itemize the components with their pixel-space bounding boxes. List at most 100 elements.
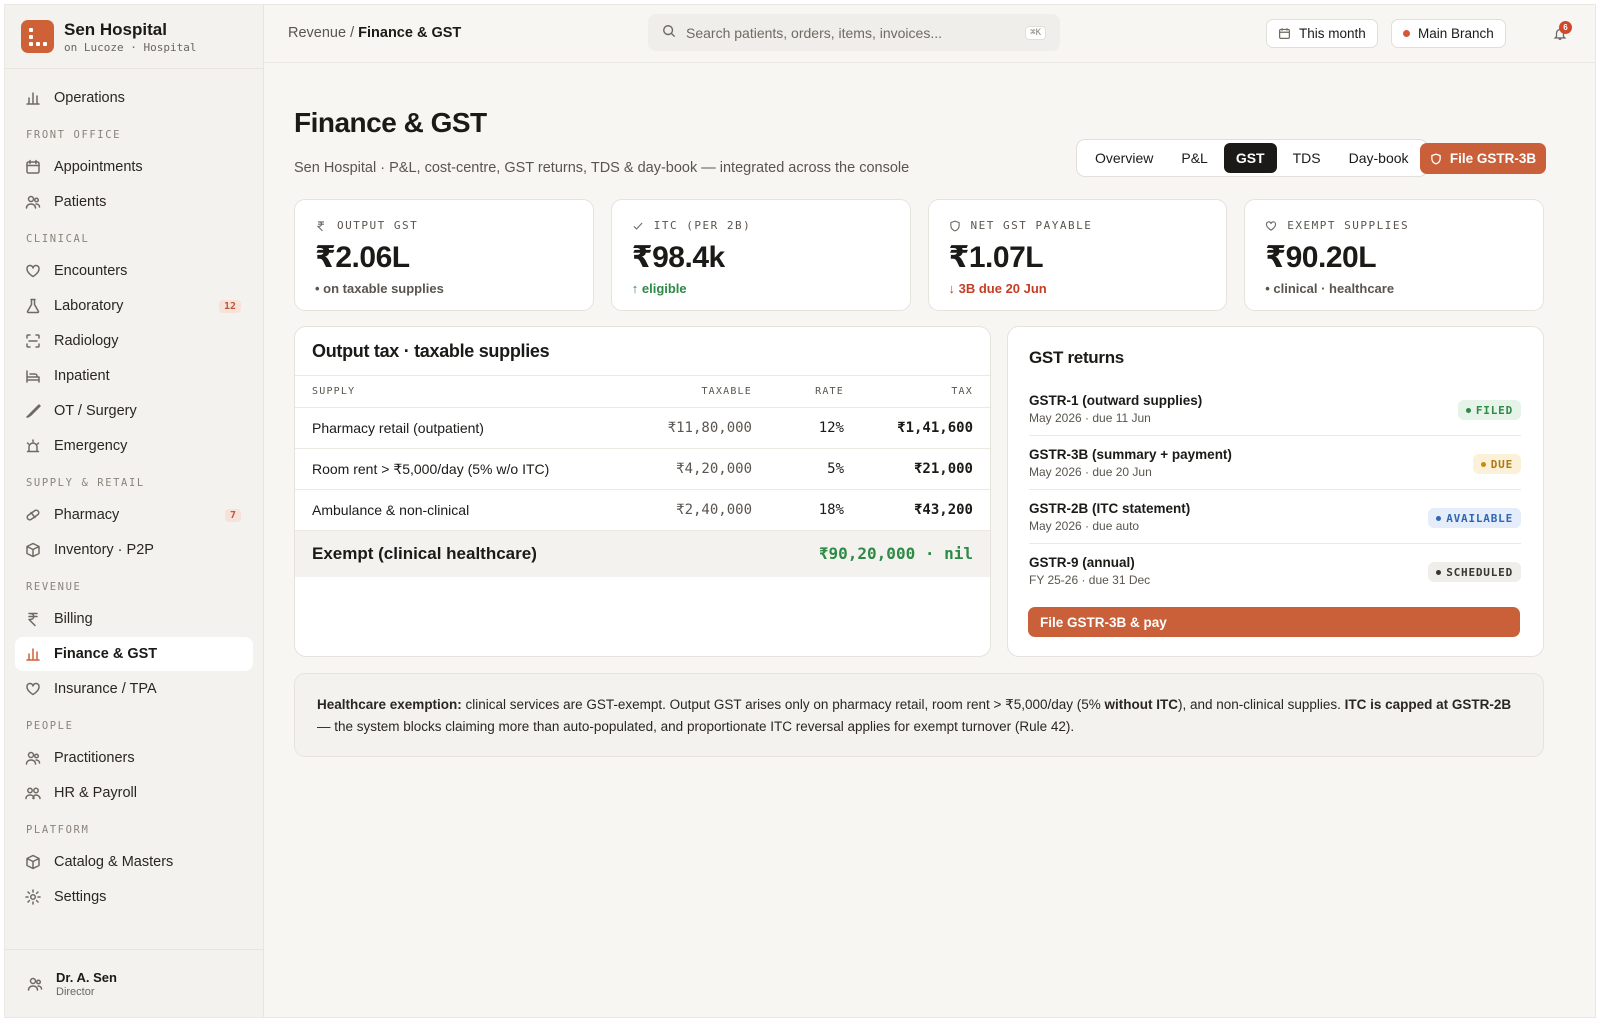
sidebar-item-appointments[interactable]: Appointments [15, 150, 253, 184]
kpi-label: ITC (PER 2B) [632, 219, 890, 232]
exempt-label: Exempt (clinical healthcare) [295, 530, 639, 577]
breadcrumb-parent[interactable]: Revenue [288, 25, 346, 41]
table-row[interactable]: Room rent > ₹5,000/day (5% w/o ITC) ₹4,2… [295, 448, 990, 490]
breadcrumb-current: Finance & GST [358, 25, 462, 41]
table-header-row: SUPPLY TAXABLE RATE TAX [295, 375, 990, 408]
kpi-note: • on taxable supplies [315, 281, 444, 296]
kpi-note: ↓ 3B due 20 Jun [948, 281, 1047, 296]
tab-gst[interactable]: GST [1223, 143, 1277, 173]
user-profile[interactable]: Dr. A. Sen Director [5, 949, 263, 1017]
table-row[interactable]: Pharmacy retail (outpatient) ₹11,80,000 … [295, 407, 990, 449]
list-item[interactable]: GSTR-1 (outward supplies) May 2026 · due… [1029, 382, 1521, 436]
period-selector[interactable]: This month [1266, 19, 1378, 48]
sidebar-item-inventory[interactable]: Inventory · P2P [15, 533, 253, 567]
table-row[interactable]: Ambulance & non-clinical ₹2,40,000 18% ₹… [295, 489, 990, 531]
cell-taxable: ₹4,20,000 [638, 448, 752, 490]
sidebar-item-settings[interactable]: Settings [15, 880, 253, 914]
sidebar-item-label: Inpatient [54, 368, 110, 384]
sidebar: Sen Hospital on Lucoze · Hospital Operat… [5, 5, 264, 1017]
page-subtitle: Sen Hospital · P&L, cost-centre, GST ret… [294, 160, 910, 176]
return-name: GSTR-2B (ITC statement) [1029, 501, 1191, 516]
status-badge: FILED [1457, 400, 1521, 420]
kpi-value: ₹2.06L [315, 241, 410, 274]
note-emphasis: without ITC [1104, 697, 1179, 712]
sidebar-item-label: Billing [54, 611, 93, 627]
branch-selector[interactable]: Main Branch [1391, 19, 1506, 48]
tab-overview[interactable]: Overview [1083, 143, 1165, 173]
gst-returns-card: GST returns GSTR-1 (outward supplies) Ma… [1007, 326, 1544, 657]
kpi-exempt-supplies: EXEMPT SUPPLIES ₹90.20L • clinical · hea… [1244, 199, 1544, 311]
sidebar-item-emergency[interactable]: Emergency [15, 429, 253, 463]
status-badge-text: SCHEDULED [1446, 565, 1513, 579]
sidebar-item-label: Appointments [54, 159, 143, 175]
rupee-icon [316, 220, 324, 231]
brand[interactable]: Sen Hospital on Lucoze · Hospital [5, 5, 263, 69]
sidebar-item-label: Settings [54, 889, 107, 905]
file-and-pay-button[interactable]: File GSTR-3B & pay [1028, 607, 1520, 637]
sidebar-item-insurance[interactable]: Insurance / TPA [15, 672, 253, 706]
sidebar-item-pharmacy[interactable]: Pharmacy 7 [15, 498, 253, 532]
period-label: This month [1299, 26, 1366, 41]
laboratory-count-badge: 12 [218, 299, 241, 313]
nav-section-revenue: REVENUE [26, 581, 82, 593]
sidebar-item-hr-payroll[interactable]: HR & Payroll [15, 776, 253, 810]
cell-supply: Room rent > ₹5,000/day (5% w/o ITC) [295, 448, 639, 490]
tab-day-book[interactable]: Day-book [1337, 143, 1421, 173]
return-due: May 2026 · due 20 Jun [1029, 465, 1152, 479]
tab-pnl[interactable]: P&L [1169, 143, 1219, 173]
search-shortcut: ⌘K [1025, 25, 1046, 40]
kpi-label-text: ITC (PER 2B) [653, 219, 752, 232]
box-icon [25, 542, 41, 558]
sidebar-item-ot-surgery[interactable]: OT / Surgery [15, 394, 253, 428]
breadcrumb: Revenue / Finance & GST [288, 25, 461, 41]
bed-icon [25, 368, 41, 384]
file-gstr-3b-button[interactable]: File GSTR-3B [1420, 143, 1546, 174]
sidebar-item-practitioners[interactable]: Practitioners [15, 741, 253, 775]
notification-count-badge: 6 [1559, 21, 1572, 34]
bar-chart-icon [25, 646, 41, 662]
flask-icon [25, 298, 41, 314]
sidebar-item-billing[interactable]: Billing [15, 602, 253, 636]
exempt-value: ₹90,20,000 · nil [638, 530, 990, 577]
rupee-icon [25, 611, 41, 627]
kpi-label: EXEMPT SUPPLIES [1265, 219, 1523, 232]
notifications-button[interactable]: 6 [1553, 21, 1572, 44]
calendar-icon [25, 159, 41, 175]
sidebar-item-patients[interactable]: Patients [15, 185, 253, 219]
sidebar-item-label: HR & Payroll [54, 785, 137, 801]
return-due: May 2026 · due 11 Jun [1029, 411, 1151, 425]
sidebar-item-operations[interactable]: Operations [15, 81, 253, 115]
list-item[interactable]: GSTR-9 (annual) FY 25-26 · due 31 Dec SC… [1029, 544, 1521, 598]
cell-tax: ₹43,200 [844, 489, 990, 531]
nav-section-front-office: FRONT OFFICE [26, 129, 122, 141]
sidebar-item-label: Emergency [54, 438, 128, 454]
sidebar-item-label: Inventory · P2P [54, 542, 154, 558]
list-item[interactable]: GSTR-2B (ITC statement) May 2026 · due a… [1029, 490, 1521, 544]
sidebar-item-catalog[interactable]: Catalog & Masters [15, 845, 253, 879]
status-dot-icon [1436, 515, 1442, 521]
kpi-value: ₹90.20L [1265, 241, 1377, 274]
branch-label: Main Branch [1418, 26, 1494, 41]
output-tax-title: Output tax · taxable supplies [312, 341, 550, 361]
kpi-value: ₹98.4k [631, 241, 725, 274]
sidebar-item-label: Insurance / TPA [54, 681, 157, 697]
bar-chart-icon [25, 90, 41, 106]
heart-icon [25, 681, 41, 697]
search-bar[interactable]: ⌘K [648, 14, 1060, 51]
sidebar-item-label: Practitioners [54, 750, 135, 766]
sidebar-item-radiology[interactable]: Radiology [15, 324, 253, 358]
sidebar-item-inpatient[interactable]: Inpatient [15, 359, 253, 393]
note-emphasis: ITC is capped at GSTR-2B [1344, 697, 1512, 712]
sidebar-item-laboratory[interactable]: Laboratory 12 [15, 289, 253, 323]
branch-status-dot-icon [1403, 30, 1410, 37]
status-badge-text: AVAILABLE [1446, 511, 1513, 525]
sidebar-item-label: OT / Surgery [54, 403, 137, 419]
sidebar-item-finance-gst[interactable]: Finance & GST [15, 637, 253, 671]
list-item[interactable]: GSTR-3B (summary + payment) May 2026 · d… [1029, 436, 1521, 490]
search-input[interactable] [686, 24, 1006, 41]
kpi-itc: ITC (PER 2B) ₹98.4k ↑ eligible [610, 199, 911, 311]
note-text: — the system blocks claiming more than a… [317, 719, 1075, 734]
tab-tds[interactable]: TDS [1281, 143, 1333, 173]
sidebar-item-encounters[interactable]: Encounters [15, 254, 253, 288]
sidebar-item-label: Encounters [54, 263, 128, 279]
